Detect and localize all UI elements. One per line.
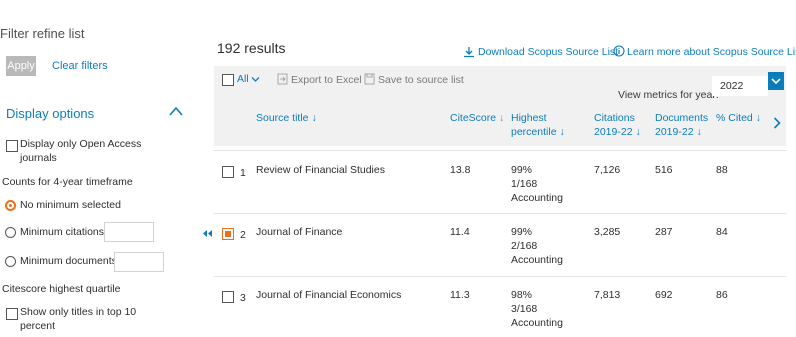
apply-button[interactable]: Apply [6, 56, 36, 76]
min-documents-input[interactable] [114, 252, 164, 272]
row-1-checkbox[interactable] [222, 166, 234, 178]
row-2-citations: 3,285 [594, 226, 621, 238]
info-icon[interactable] [613, 45, 625, 57]
row-2-rank: 2/168 [511, 240, 538, 252]
header-citations-years: 2019-22 [594, 126, 633, 138]
row-3-percentile: 98% [511, 289, 533, 301]
quartile-label: Citescore highest quartile [2, 283, 121, 295]
row-3-rank: 3/168 [511, 303, 538, 315]
row-1-rank: 1/168 [511, 178, 538, 190]
row-2-percentile: 99% [511, 226, 533, 238]
double-chevron-left-icon[interactable] [203, 229, 212, 238]
row-3-category: Accounting [511, 317, 563, 329]
min-documents-label: Minimum documents [20, 255, 117, 267]
row-1-cited: 88 [716, 164, 728, 176]
row-2-citescore: 11.4 [450, 226, 470, 238]
row-2-category: Accounting [511, 254, 563, 266]
header-citations[interactable]: Citations 2019-22 ↓ [594, 111, 641, 139]
metrics-year-label: View metrics for year: [618, 89, 719, 101]
header-documents[interactable]: Documents 2019-22 ↓ [655, 111, 708, 139]
row-2-documents: 287 [655, 226, 673, 238]
save-to-list-button[interactable]: Save to source list [378, 74, 464, 86]
header-source-title-label: Source title [256, 112, 309, 124]
year-select[interactable]: 2022 [712, 76, 768, 96]
open-access-label-cont: journals [20, 152, 57, 164]
header-documents-years: 2019-22 [655, 126, 694, 138]
header-citescore-label: CiteScore [450, 112, 497, 124]
download-source-list-link[interactable]: Download Scopus Source List [478, 46, 618, 58]
header-percentile-label: percentile [511, 126, 557, 138]
min-citations-input[interactable] [104, 222, 154, 242]
min-citations-radio[interactable] [5, 227, 16, 238]
row-3-title[interactable]: Journal of Financial Economics [256, 288, 401, 302]
header-cited[interactable]: % Cited ↓ [716, 111, 761, 125]
min-citations-label: Minimum citations [20, 226, 105, 238]
row-3-checkbox[interactable] [222, 291, 234, 303]
row-1-number: 1 [240, 167, 246, 179]
header-documents-label: Documents [655, 112, 709, 124]
row-2-checkbox[interactable] [222, 228, 234, 240]
year-dropdown-button[interactable] [768, 72, 784, 90]
min-documents-radio[interactable] [5, 256, 16, 267]
row-3-citescore: 11.3 [450, 289, 470, 301]
header-citescore[interactable]: CiteScore ↓ [450, 111, 504, 125]
row-divider [214, 276, 786, 277]
row-3-citations: 7,813 [594, 289, 621, 301]
display-options-heading[interactable]: Display options [6, 106, 94, 121]
select-all-label[interactable]: All [237, 73, 249, 85]
row-2-title[interactable]: Journal of Finance [256, 225, 342, 239]
top10-label: Show only titles in top 10 [20, 306, 137, 318]
no-minimum-radio[interactable] [5, 200, 16, 211]
results-count: 192 results [217, 40, 286, 56]
chevron-up-icon[interactable] [168, 104, 184, 118]
row-3-number: 3 [240, 292, 246, 304]
header-citations-label: Citations [594, 112, 635, 124]
sort-active-icon: ↓ [499, 112, 505, 124]
header-highest-percentile[interactable]: Highest percentile ↓ [511, 111, 565, 139]
row-1-citescore: 13.8 [450, 164, 471, 176]
chevron-down-icon [771, 78, 781, 85]
row-1-percentile: 99% [511, 164, 533, 176]
row-1-documents: 516 [655, 164, 673, 176]
row-divider [214, 150, 786, 151]
clear-filters-link[interactable]: Clear filters [52, 60, 108, 72]
header-highest-label: Highest [511, 112, 547, 124]
chevron-right-icon[interactable] [773, 117, 781, 129]
row-2-cited: 84 [716, 226, 728, 238]
row-1-citations: 7,126 [594, 164, 621, 176]
header-source-title[interactable]: Source title ↓ [256, 111, 317, 125]
row-1-category: Accounting [511, 192, 563, 204]
learn-more-link[interactable]: Learn more about Scopus Source List [627, 46, 796, 58]
chevron-down-icon[interactable] [251, 76, 260, 83]
open-access-checkbox[interactable] [6, 140, 18, 152]
checkbox-mark [225, 231, 231, 237]
open-access-label: Display only Open Access [20, 138, 142, 150]
row-3-cited: 86 [716, 289, 728, 301]
header-cited-label: % Cited [716, 112, 753, 124]
export-icon [277, 73, 288, 85]
row-divider [214, 213, 786, 214]
row-2-number: 2 [240, 229, 246, 241]
top10-label-cont: percent [20, 320, 56, 332]
download-icon[interactable] [463, 46, 475, 58]
export-excel-button[interactable]: Export to Excel [291, 74, 362, 86]
timeframe-label: Counts for 4-year timeframe [2, 176, 133, 188]
row-1-title[interactable]: Review of Financial Studies [256, 163, 385, 177]
top10-checkbox[interactable] [6, 308, 18, 320]
no-minimum-label: No minimum selected [20, 199, 121, 211]
filter-panel-title: Filter refine list [0, 26, 85, 41]
row-3-documents: 692 [655, 289, 673, 301]
save-icon [364, 73, 375, 85]
select-all-checkbox[interactable] [222, 74, 234, 86]
